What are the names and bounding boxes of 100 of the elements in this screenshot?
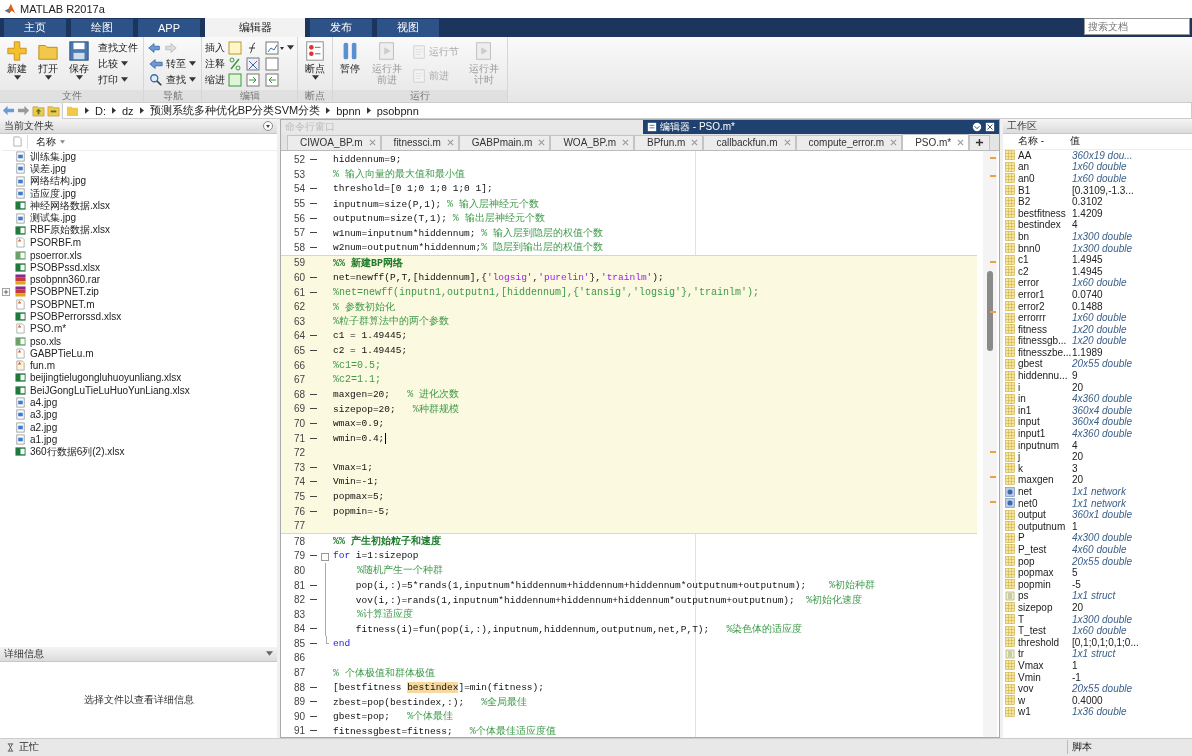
variable-name[interactable]: error1 — [1018, 288, 1070, 300]
dropdown-icon[interactable] — [263, 120, 273, 131]
ribbon-tab[interactable]: APP — [138, 18, 200, 37]
variable-name[interactable]: input — [1018, 416, 1070, 428]
toolbar-button[interactable]: 断点 — [301, 38, 329, 90]
file-tab[interactable]: compute_error.m — [795, 134, 903, 150]
path-segment[interactable]: psobpnn — [376, 104, 419, 117]
file-tab[interactable]: callbackfun.m — [703, 134, 796, 150]
variable-name[interactable]: gbest — [1018, 358, 1070, 370]
toolbar-button[interactable]: 查找 — [147, 71, 198, 88]
variable-name[interactable]: Vmin — [1018, 671, 1070, 683]
variable-name[interactable]: P_test — [1018, 544, 1070, 555]
toolbar-button[interactable]: 查找文件 — [96, 39, 140, 56]
toolbar-button[interactable]: 保存 — [65, 38, 93, 90]
path-segment[interactable]: bpnn — [336, 104, 361, 117]
variable-name[interactable]: error2 — [1018, 300, 1070, 312]
toolbar-button[interactable]: 暂停 — [336, 38, 364, 90]
ribbon-tab[interactable]: 主页 — [4, 18, 66, 37]
ribbon-tab[interactable]: 发布 — [310, 18, 372, 37]
caret-icon[interactable] — [287, 45, 294, 50]
toolbar-button[interactable]: 打开 — [34, 38, 62, 90]
expand-icon[interactable] — [2, 287, 10, 296]
variable-name[interactable]: outputnum — [1018, 520, 1070, 532]
file-name[interactable]: GABPTieLu.m — [30, 347, 94, 359]
variable-name[interactable]: j — [1018, 451, 1070, 463]
file-name[interactable]: PSOBPerrorssd.xlsx — [30, 311, 122, 322]
column-header[interactable]: 名称 - — [1018, 134, 1070, 148]
ribbon-tab[interactable]: 绘图 — [71, 18, 133, 37]
scrollbar[interactable] — [983, 150, 997, 737]
file-name[interactable]: psobpnn360.rar — [30, 274, 101, 286]
variable-name[interactable]: bestindex — [1018, 219, 1070, 231]
variable-name[interactable]: fitnessgb... — [1018, 335, 1070, 347]
ribbon-tab[interactable]: 视图 — [377, 18, 439, 37]
variable-name[interactable]: output — [1018, 509, 1070, 521]
browse-folder-icon[interactable] — [47, 104, 60, 117]
file-tab[interactable]: WOA_BP.m — [550, 134, 635, 150]
variable-name[interactable]: B2 — [1018, 196, 1070, 208]
toolbar-button[interactable]: 打印 — [96, 71, 140, 88]
variable-name[interactable]: threshold — [1018, 636, 1070, 648]
variable-name[interactable]: errorrr — [1018, 312, 1070, 324]
file-name[interactable]: a1.jpg — [30, 433, 58, 445]
file-name[interactable]: PSOBPNET.zip — [30, 286, 99, 298]
path-segment[interactable]: dz — [122, 104, 134, 117]
file-tab[interactable]: CIWOA_BP.m — [287, 134, 381, 150]
variable-name[interactable]: fitnesszbe... — [1018, 346, 1070, 358]
column-header[interactable]: 值 — [1070, 134, 1192, 148]
path-segment[interactable]: 预测系统多种优化BP分类SVM分类 — [149, 103, 321, 118]
variable-name[interactable]: bnn0 — [1018, 242, 1070, 254]
expand-panel-icon[interactable] — [972, 121, 982, 132]
file-name[interactable]: BeiJGongLuTieLuHuoYunLiang.xlsx — [30, 384, 190, 396]
variable-name[interactable]: hiddennu... — [1018, 370, 1070, 382]
variable-name[interactable]: w — [1018, 694, 1070, 706]
variable-name[interactable]: net — [1018, 486, 1070, 497]
file-name[interactable]: 360行数据6列(2).xlsx — [30, 444, 125, 459]
file-name[interactable]: 误差.jpg — [30, 161, 67, 176]
variable-name[interactable]: an0 — [1018, 173, 1070, 184]
variable-name[interactable]: AA — [1018, 149, 1070, 161]
file-name[interactable]: 神经网络数据.xlsx — [30, 198, 110, 213]
variable-name[interactable]: maxgen — [1018, 474, 1070, 486]
file-name[interactable]: PSORBF.m — [30, 237, 82, 249]
file-name[interactable]: pso.xls — [30, 335, 62, 347]
variable-name[interactable]: input1 — [1018, 428, 1070, 440]
forward-arrow-icon[interactable] — [17, 104, 30, 117]
variable-name[interactable]: Vmax — [1018, 659, 1070, 671]
back-arrow-icon[interactable] — [2, 104, 15, 117]
file-name[interactable]: 测试集.jpg — [30, 211, 77, 226]
variable-name[interactable]: vov — [1018, 683, 1070, 695]
file-name[interactable]: PSO.m* — [30, 323, 67, 335]
file-name[interactable]: 训练集.jpg — [30, 149, 77, 164]
variable-name[interactable]: c2 — [1018, 265, 1070, 277]
toolbar-button[interactable]: 比较 — [96, 55, 140, 72]
file-tab[interactable]: GABPmain.m — [458, 134, 551, 150]
variable-name[interactable]: in — [1018, 393, 1070, 405]
toolbar-button[interactable]: 新建 — [3, 38, 31, 90]
path-segment[interactable]: D: — [95, 104, 106, 117]
fold-toggle-icon[interactable] — [321, 552, 329, 561]
variable-name[interactable]: i — [1018, 381, 1070, 393]
variable-name[interactable]: sizepop — [1018, 601, 1070, 613]
variable-name[interactable]: B1 — [1018, 184, 1070, 196]
variable-name[interactable]: in1 — [1018, 404, 1070, 416]
file-name[interactable]: a4.jpg — [30, 397, 58, 409]
variable-name[interactable]: tr — [1018, 648, 1070, 660]
variable-name[interactable]: T_test — [1018, 625, 1070, 637]
variable-name[interactable]: pop — [1018, 555, 1070, 567]
variable-name[interactable]: an — [1018, 161, 1070, 173]
new-tab-button[interactable] — [969, 134, 991, 150]
variable-name[interactable]: fitness — [1018, 323, 1070, 335]
file-name[interactable]: a3.jpg — [30, 409, 58, 421]
file-name[interactable]: PSOBPssd.xlsx — [30, 261, 101, 273]
file-name[interactable]: psoerror.xls — [30, 249, 82, 261]
variable-name[interactable]: T — [1018, 613, 1070, 625]
variable-name[interactable]: w1 — [1018, 706, 1070, 718]
variable-name[interactable]: popmax — [1018, 567, 1070, 579]
file-name[interactable]: 适应度.jpg — [30, 186, 77, 201]
variable-name[interactable]: net0 — [1018, 497, 1070, 509]
variable-name[interactable]: inputnum — [1018, 439, 1070, 451]
file-name[interactable]: RBF原始数据.xlsx — [30, 223, 110, 238]
column-header[interactable]: 名称 — [27, 134, 56, 149]
address-field[interactable]: D: dz 预测系统多种优化BP分类SVM分类 bpnn psobpnn — [62, 102, 1192, 119]
variable-name[interactable]: P — [1018, 532, 1070, 544]
